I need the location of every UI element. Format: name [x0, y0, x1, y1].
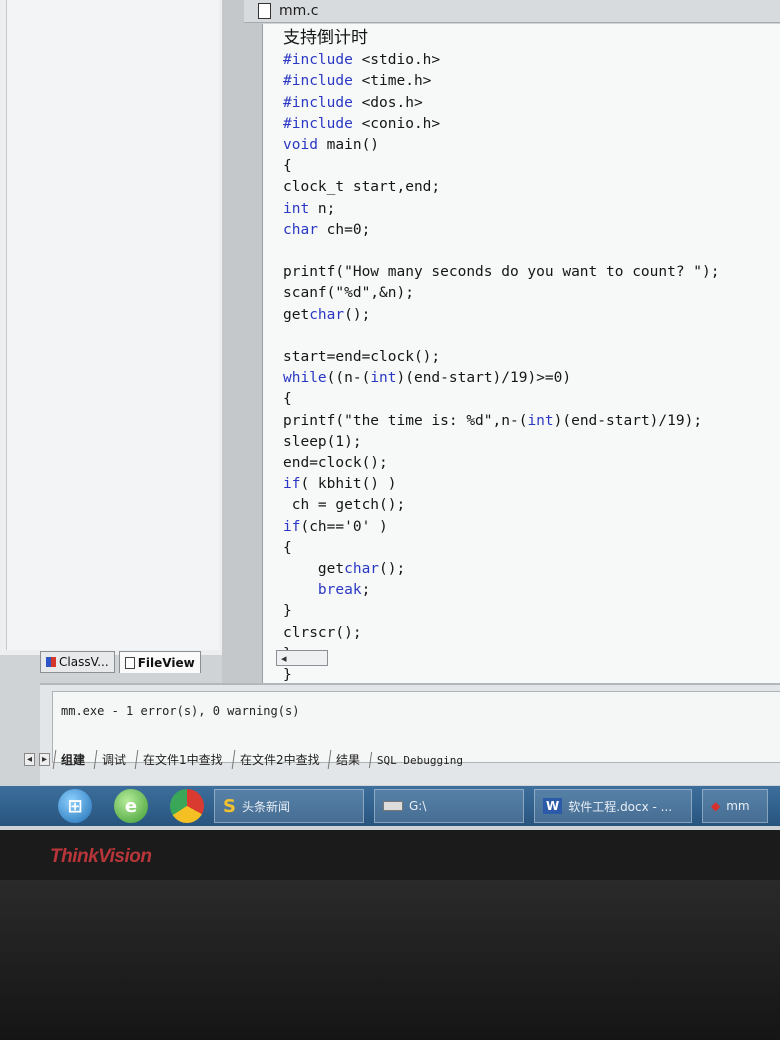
code-line[interactable]: end=clock(); [283, 453, 720, 474]
code-line[interactable]: start=end=clock(); [283, 347, 720, 368]
tab-fileview-label: FileView [137, 655, 195, 670]
output-pane: mm.exe - 1 error(s), 0 warning(s) [40, 683, 780, 785]
taskbar-item-news-label: 头条新闻 [241, 799, 290, 814]
code-line[interactable] [283, 241, 720, 262]
code-line[interactable]: } [283, 644, 720, 665]
code-line[interactable]: if(ch=='0' ) [283, 517, 720, 538]
code-line[interactable]: } [283, 601, 720, 622]
tab-next-icon[interactable]: ▸ [39, 753, 51, 766]
tab-results-label: 结果 [336, 753, 361, 767]
workspace-pane [0, 0, 223, 655]
code-line[interactable]: ch = getch(); [283, 495, 720, 516]
code-line[interactable]: clock_t start,end; [283, 177, 720, 198]
build-result-text: mm.exe - 1 error(s), 0 warning(s) [61, 704, 300, 718]
code-text[interactable]: 支持倒计时 #include <stdio.h> #include <time.h… [283, 28, 720, 686]
desk-surface [0, 880, 780, 1040]
code-line[interactable]: #include <stdio.h> [283, 50, 720, 71]
tab-classview-label: ClassV... [59, 655, 109, 669]
taskbar: ⊞ e S 头条新闻 G:\ W 软件工程.docx - ... ◆ mm [0, 786, 780, 826]
tab-build-label: 组建 [61, 753, 86, 767]
tab-fileview[interactable]: FileView [118, 651, 201, 673]
tab-classview[interactable]: ClassV... [40, 651, 115, 673]
editor-title-bar: mm.c [244, 0, 780, 23]
taskbar-item-explorer[interactable]: G:\ [374, 789, 524, 823]
c-file-icon [258, 3, 271, 19]
tab-results[interactable]: 结果 [328, 750, 368, 769]
tab-find-in-files-2[interactable]: 在文件2中查找 [231, 750, 327, 769]
code-line[interactable]: scanf("%d",&n); [283, 283, 720, 304]
code-line[interactable]: #include <time.h> [283, 71, 720, 92]
tab-build[interactable]: 组建 [52, 750, 93, 769]
taskbar-item-explorer-label: G:\ [409, 799, 427, 813]
code-line[interactable]: { [283, 156, 720, 177]
code-line[interactable]: getchar(); [283, 305, 720, 326]
tab-sql-label: SQL Debugging [377, 753, 464, 767]
code-line[interactable]: int n; [283, 199, 720, 220]
code-line[interactable]: char ch=0; [283, 220, 720, 241]
start-button[interactable]: ⊞ [58, 789, 92, 823]
tab-find2-label: 在文件2中查找 [239, 753, 320, 767]
code-line[interactable]: { [283, 538, 720, 559]
code-line[interactable]: clrscr(); [283, 623, 720, 644]
code-line[interactable] [283, 326, 720, 347]
news-app-icon: S [223, 795, 236, 817]
tab-find-in-files-1[interactable]: 在文件1中查找 [134, 750, 231, 769]
workspace-tabs: ClassV... FileView [40, 651, 201, 673]
code-line[interactable]: if( kbhit() ) [283, 474, 720, 495]
code-editor[interactable]: 支持倒计时 #include <stdio.h> #include <time.h… [262, 24, 780, 690]
browser-360-icon[interactable]: e [114, 789, 148, 823]
taskbar-item-word[interactable]: W 软件工程.docx - ... [534, 789, 692, 823]
monitor-brand-logo: ThinkVision [50, 846, 152, 867]
code-line[interactable]: { [283, 389, 720, 410]
workspace-tree[interactable] [6, 0, 219, 650]
horizontal-scrollbar[interactable]: ◂ [276, 650, 328, 666]
tab-sql-debugging[interactable]: SQL Debugging [369, 751, 471, 768]
chrome-icon[interactable] [170, 789, 204, 823]
drive-icon [383, 801, 403, 811]
code-line[interactable]: printf("the time is: %d",n-(int)(end-sta… [283, 411, 720, 432]
tab-find1-label: 在文件1中查找 [143, 753, 223, 767]
vc-app-icon: ◆ [711, 799, 721, 813]
screen: ClassV... FileView mm.c 支持倒计时 #include <… [0, 0, 780, 830]
tab-debug[interactable]: 调试 [93, 750, 134, 769]
code-line[interactable]: #include <conio.h> [283, 114, 720, 135]
code-line[interactable]: break; [283, 580, 720, 601]
code-line[interactable]: while((n-(int)(end-start)/19)>=0) [283, 368, 720, 389]
splitter[interactable] [222, 0, 262, 690]
code-line[interactable]: sleep(1); [283, 432, 720, 453]
taskbar-item-news[interactable]: S 头条新闻 [214, 789, 364, 823]
scroll-left-icon[interactable]: ◂ [281, 652, 287, 665]
output-tabs: ◂ ▸ 组建 调试 在文件1中查找 在文件2中查找 结果 SQL Debuggi… [24, 750, 471, 769]
tab-prev-icon[interactable]: ◂ [24, 753, 36, 766]
word-icon: W [543, 798, 563, 814]
class-view-icon [46, 657, 56, 667]
editor-file-name: mm.c [279, 3, 319, 19]
code-line[interactable]: getchar(); [283, 559, 720, 580]
taskbar-item-word-label: 软件工程.docx - ... [568, 799, 673, 814]
tab-debug-label: 调试 [102, 753, 127, 767]
taskbar-item-vc-label: mm [726, 799, 750, 813]
code-line[interactable]: void main() [283, 135, 720, 156]
code-comment: 支持倒计时 [283, 28, 368, 48]
file-view-icon [124, 656, 135, 669]
code-line[interactable]: printf("How many seconds do you want to … [283, 262, 720, 283]
taskbar-item-vc[interactable]: ◆ mm [702, 789, 768, 823]
code-line[interactable]: #include <dos.h> [283, 93, 720, 114]
